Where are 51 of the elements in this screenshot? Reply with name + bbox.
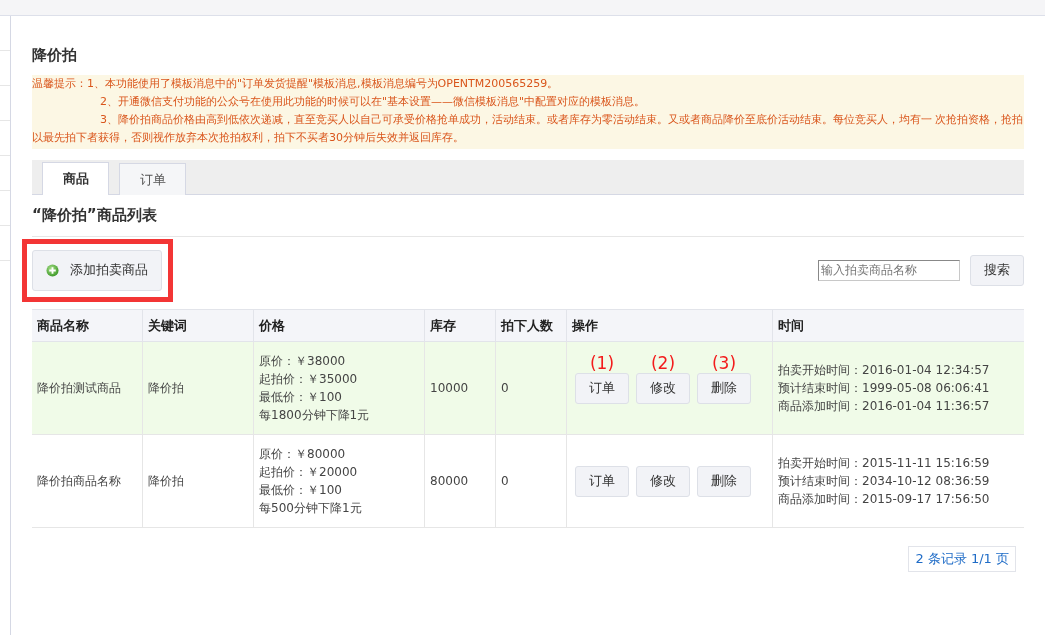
price-text: 最低价：￥100 <box>259 482 343 499</box>
time-text: 预计结束时间：2034-10-12 08:36:59 <box>778 473 991 490</box>
tab[interactable]: 商品 <box>42 162 109 195</box>
price-text: 每500分钟下降1元 <box>259 500 363 517</box>
time-text: 拍卖开始时间：2015-11-11 15:16:59 <box>778 455 991 472</box>
notice-text: 2、开通微信支付功能的公众号在使用此功能的时候可以在"基本设置——微信模板消息"中配置对应的模板消息。 <box>99 94 647 110</box>
add-button[interactable]: 添加拍卖商品 <box>32 249 162 291</box>
section-title: “降价拍”商品列表 <box>32 195 1024 237</box>
action-button[interactable]: 修改 <box>636 465 690 497</box>
annotation-number: (3) <box>711 352 737 373</box>
table-cell: 0 <box>495 341 567 435</box>
notice-label: 温馨提示： <box>32 77 87 90</box>
column-header: 关键词 <box>142 309 254 342</box>
action-button[interactable]: 修改 <box>636 372 690 404</box>
action-button[interactable]: 订单 <box>575 372 629 404</box>
notice-text: 3、降价拍商品价格由高到低依次递减，直至竞买人以自己可承受价格抢单成功，活动结束。或者库存为零活动结束。又或者商品降价至底价活动结束。每位竞买人，均有一 次抢拍资格，抢拍以最先拍下者获得，否则视作放弃本次抢拍权利，拍下不买者30分钟后失效并返回库存。 <box>32 112 1024 146</box>
search-button[interactable]: 搜索 <box>970 254 1024 286</box>
price-text: 起拍价：￥20000 <box>259 464 359 481</box>
action-button[interactable]: 订单 <box>575 465 629 497</box>
annotation-number: (2) <box>650 352 676 373</box>
search-field[interactable]: 输入拍卖商品名称 <box>818 259 960 281</box>
notice-text: 1、本功能使用了模板消息中的"订单发货提醒"模板消息,模板消息编号为OPENTM200565259。 <box>87 77 559 90</box>
table-cell: 0 <box>495 434 567 528</box>
table-cell: 10000 <box>424 341 496 435</box>
column-header: 商品名称 <box>32 309 143 342</box>
time-text: 商品添加时间：2016-01-04 11:36:57 <box>778 398 991 415</box>
action-button[interactable]: 删除 <box>697 372 751 404</box>
table-cell: 降价拍商品名称 <box>32 434 143 528</box>
table-cell: 降价拍 <box>142 434 254 528</box>
time-text: 预计结束时间：1999-05-08 06:06:41 <box>778 380 991 397</box>
table-cell: 80000 <box>424 434 496 528</box>
column-header: 操作 <box>566 309 773 342</box>
column-header: 拍下人数 <box>495 309 567 342</box>
plus-circle-icon <box>46 263 59 277</box>
price-text: 每1800分钟下降1元 <box>259 407 371 424</box>
tab[interactable]: 订单 <box>119 163 186 195</box>
price-text: 原价：￥38000 <box>259 353 347 370</box>
column-header: 时间 <box>772 309 1024 342</box>
price-text: 原价：￥80000 <box>259 446 347 463</box>
price-text: 起拍价：￥35000 <box>259 371 359 388</box>
table-cell: 降价拍 <box>142 341 254 435</box>
column-header: 价格 <box>253 309 425 342</box>
price-text: 最低价：￥100 <box>259 389 343 406</box>
page-title: 降价拍 <box>32 45 78 65</box>
table-cell: 降价拍测试商品 <box>32 341 143 435</box>
action-button[interactable]: 删除 <box>697 465 751 497</box>
time-text: 拍卖开始时间：2016-01-04 12:34:57 <box>778 362 991 379</box>
pagination-info: 2 条记录 1/1 页 <box>908 546 1016 572</box>
time-text: 商品添加时间：2015-09-17 17:56:50 <box>778 491 991 508</box>
column-header: 库存 <box>424 309 496 342</box>
annotation-number: (1) <box>589 352 615 373</box>
